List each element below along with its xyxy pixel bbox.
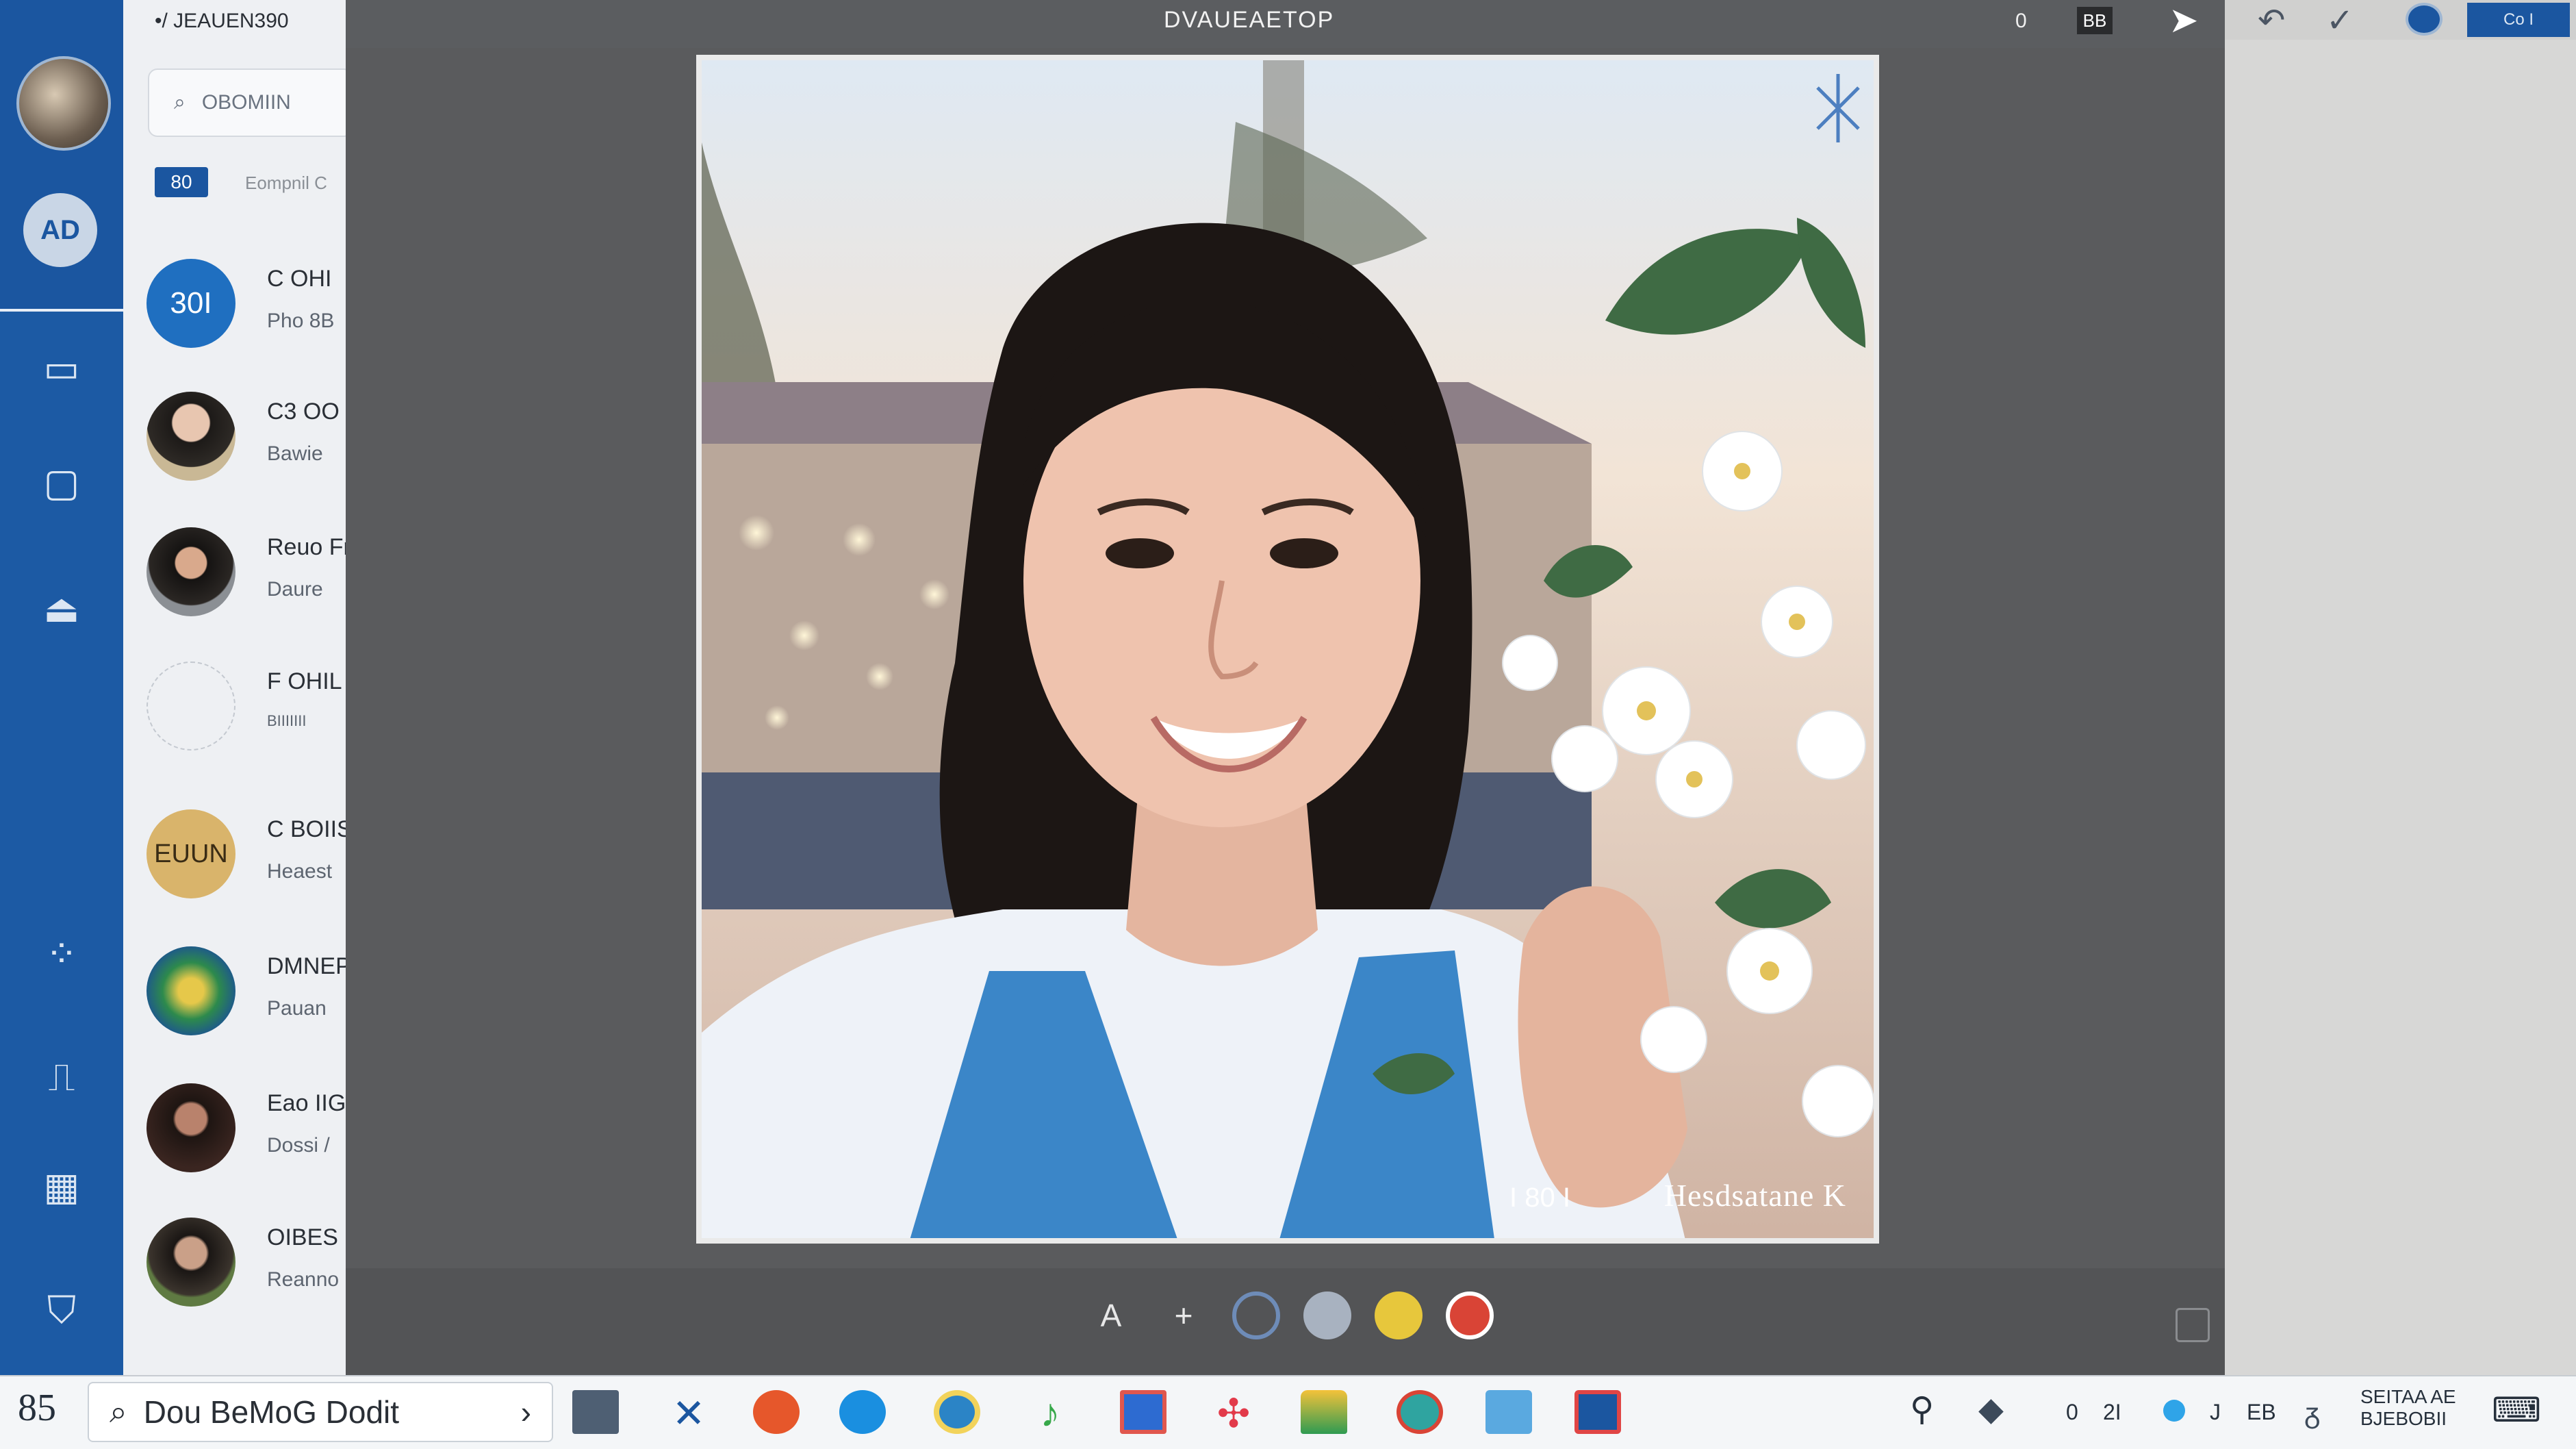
app-icon-pinwheel[interactable]: ✣ bbox=[1210, 1390, 1257, 1436]
tray-item[interactable]: J bbox=[2210, 1400, 2221, 1425]
chevron-right-icon: › bbox=[520, 1394, 531, 1430]
window-title: DVAUEAETOP bbox=[1164, 7, 1335, 33]
shield-icon[interactable]: ⛉ bbox=[0, 1287, 123, 1333]
chat-subtitle: Reanno bbox=[267, 1268, 340, 1291]
resize-icon[interactable] bbox=[2176, 1308, 2210, 1342]
start-button[interactable]: 85 bbox=[18, 1386, 56, 1430]
chat-item[interactable]: Eao IIG Dossi / bbox=[146, 1075, 352, 1192]
chat-item[interactable]: 30I C OHI Pho 8B bbox=[146, 251, 352, 367]
chat-subtitle: BIIIIIII bbox=[267, 712, 307, 729]
color-swatch-yellow[interactable] bbox=[1375, 1292, 1423, 1339]
search-icon: ⌕ bbox=[174, 91, 186, 114]
selfie-photo bbox=[702, 60, 1874, 1238]
language-icon[interactable]: ᵹ bbox=[2304, 1397, 2320, 1430]
avatar bbox=[146, 527, 235, 616]
avatar bbox=[146, 662, 235, 751]
graph-icon[interactable]: ⎍ bbox=[0, 1055, 123, 1100]
filter-tag[interactable]: 80 bbox=[155, 167, 208, 197]
chat-title: Eao IIG bbox=[267, 1090, 346, 1116]
chat-subtitle: Dossi / bbox=[267, 1134, 330, 1157]
color-swatch-blue[interactable] bbox=[1232, 1292, 1280, 1339]
monitor-icon[interactable]: ▭ bbox=[0, 346, 123, 391]
network-icon[interactable]: ⚲ bbox=[1910, 1390, 1934, 1428]
layout-button[interactable]: BB bbox=[2077, 7, 2113, 34]
notification-icon[interactable]: ⌨ bbox=[2492, 1390, 2541, 1430]
taskbar-search-text: Dou BeMoG Dodit bbox=[143, 1394, 400, 1430]
nodes-icon[interactable]: ⁘ bbox=[0, 931, 123, 977]
tray-item[interactable]: EB bbox=[2247, 1400, 2276, 1425]
chat-title: C OHI bbox=[267, 266, 332, 292]
clock-line-2: BJEBOBII bbox=[2360, 1408, 2447, 1429]
upload-icon[interactable]: ⏏ bbox=[0, 586, 123, 631]
taskbar-search[interactable]: ⌕ Dou BeMoG Dodit › bbox=[88, 1382, 553, 1442]
status-dot-icon[interactable] bbox=[2163, 1400, 2185, 1422]
text-tool-icon[interactable]: A bbox=[1087, 1292, 1135, 1339]
photo-overlay-label: I 80 I bbox=[1509, 1183, 1570, 1213]
avatar: EUUN bbox=[146, 809, 235, 898]
chat-title: DMNEP bbox=[267, 953, 351, 979]
user-icon[interactable] bbox=[2406, 3, 2443, 36]
app-icon-red[interactable] bbox=[753, 1390, 800, 1434]
right-panel bbox=[2225, 0, 2576, 1375]
avatar bbox=[146, 1218, 235, 1307]
chat-title: C BOIIS bbox=[267, 816, 353, 842]
color-swatch-red[interactable] bbox=[1446, 1292, 1494, 1339]
chat-item[interactable]: EUUN C BOIIS Heaest bbox=[146, 801, 353, 918]
avatar bbox=[146, 392, 235, 481]
search-icon: ⌕ bbox=[110, 1394, 127, 1429]
app-icon-green[interactable]: ♪ bbox=[1027, 1390, 1073, 1435]
profile-avatar[interactable] bbox=[16, 56, 111, 151]
photo-preview[interactable]: I 80 I Hesdsatane K bbox=[696, 55, 1879, 1244]
chat-list-header: •/ JEAUEN390 bbox=[155, 10, 289, 32]
chat-subtitle: Bawie bbox=[267, 442, 323, 465]
add-tool-icon[interactable]: + bbox=[1160, 1292, 1208, 1339]
chat-title: OIBES bbox=[267, 1224, 338, 1250]
avatar: 30I bbox=[146, 259, 235, 348]
avatar bbox=[146, 946, 235, 1035]
app-icon-terminal[interactable] bbox=[572, 1390, 619, 1434]
chat-item[interactable]: F OHIL BIIIIIII bbox=[146, 653, 352, 770]
photo-overlay-caption: Hesdsatane K bbox=[1663, 1178, 1846, 1213]
app-icon-window[interactable] bbox=[1120, 1390, 1166, 1434]
chat-subtitle: Daure bbox=[267, 578, 323, 601]
app-icon-store[interactable] bbox=[1485, 1390, 1532, 1434]
tray-item[interactable]: 0 bbox=[2066, 1400, 2078, 1425]
chat-item[interactable]: OIBES Reanno bbox=[146, 1209, 352, 1326]
chat-item[interactable]: DMNEP Pauan bbox=[146, 938, 352, 1055]
app-icon-edge[interactable] bbox=[1397, 1390, 1443, 1434]
diamond-icon[interactable]: ◆ bbox=[1978, 1390, 2004, 1428]
chat-subtitle: Heaest bbox=[267, 860, 333, 883]
window-icon[interactable]: ▢ bbox=[0, 460, 123, 505]
check-icon[interactable]: ✓ bbox=[2326, 1, 2354, 40]
chat-subtitle: Pauan bbox=[267, 997, 327, 1020]
tray-item[interactable]: 2I bbox=[2103, 1400, 2121, 1425]
app-icon-x[interactable]: ✕ bbox=[665, 1390, 712, 1436]
search-input[interactable]: ⌕ OBOMIIN bbox=[148, 68, 353, 137]
app-icon-drive[interactable] bbox=[1301, 1390, 1347, 1434]
app-icon-blue[interactable] bbox=[839, 1390, 886, 1434]
undo-icon[interactable]: ↶ bbox=[2258, 1, 2285, 40]
account-badge[interactable]: Co I bbox=[2467, 3, 2570, 37]
calendar-icon[interactable]: ▦ bbox=[0, 1164, 123, 1209]
search-placeholder: OBOMIIN bbox=[201, 91, 291, 114]
chat-item[interactable]: C3 OO Bawie bbox=[146, 383, 352, 500]
chat-title: C3 OO bbox=[267, 399, 340, 425]
contacts-icon[interactable]: AD bbox=[23, 193, 97, 267]
app-icon-lock[interactable] bbox=[1574, 1390, 1621, 1434]
filter-label: Eompnil C bbox=[245, 173, 327, 193]
chat-title: F OHIL bbox=[267, 668, 342, 694]
avatar bbox=[146, 1083, 235, 1172]
send-icon[interactable]: ➤ bbox=[2169, 0, 2199, 41]
status-count: 0 bbox=[2015, 10, 2027, 32]
color-swatch-gray[interactable] bbox=[1303, 1292, 1351, 1339]
clock[interactable]: SEITAA AE BJEBOBII bbox=[2360, 1386, 2456, 1430]
app-icon-chrome[interactable] bbox=[934, 1390, 980, 1434]
clock-line-1: SEITAA AE bbox=[2360, 1386, 2456, 1407]
chat-subtitle: Pho 8B bbox=[267, 310, 335, 332]
editor-toolbar bbox=[346, 1268, 2225, 1375]
chat-title: Reuo Fr bbox=[267, 534, 351, 560]
chat-item[interactable]: Reuo Fr Daure bbox=[146, 519, 352, 635]
